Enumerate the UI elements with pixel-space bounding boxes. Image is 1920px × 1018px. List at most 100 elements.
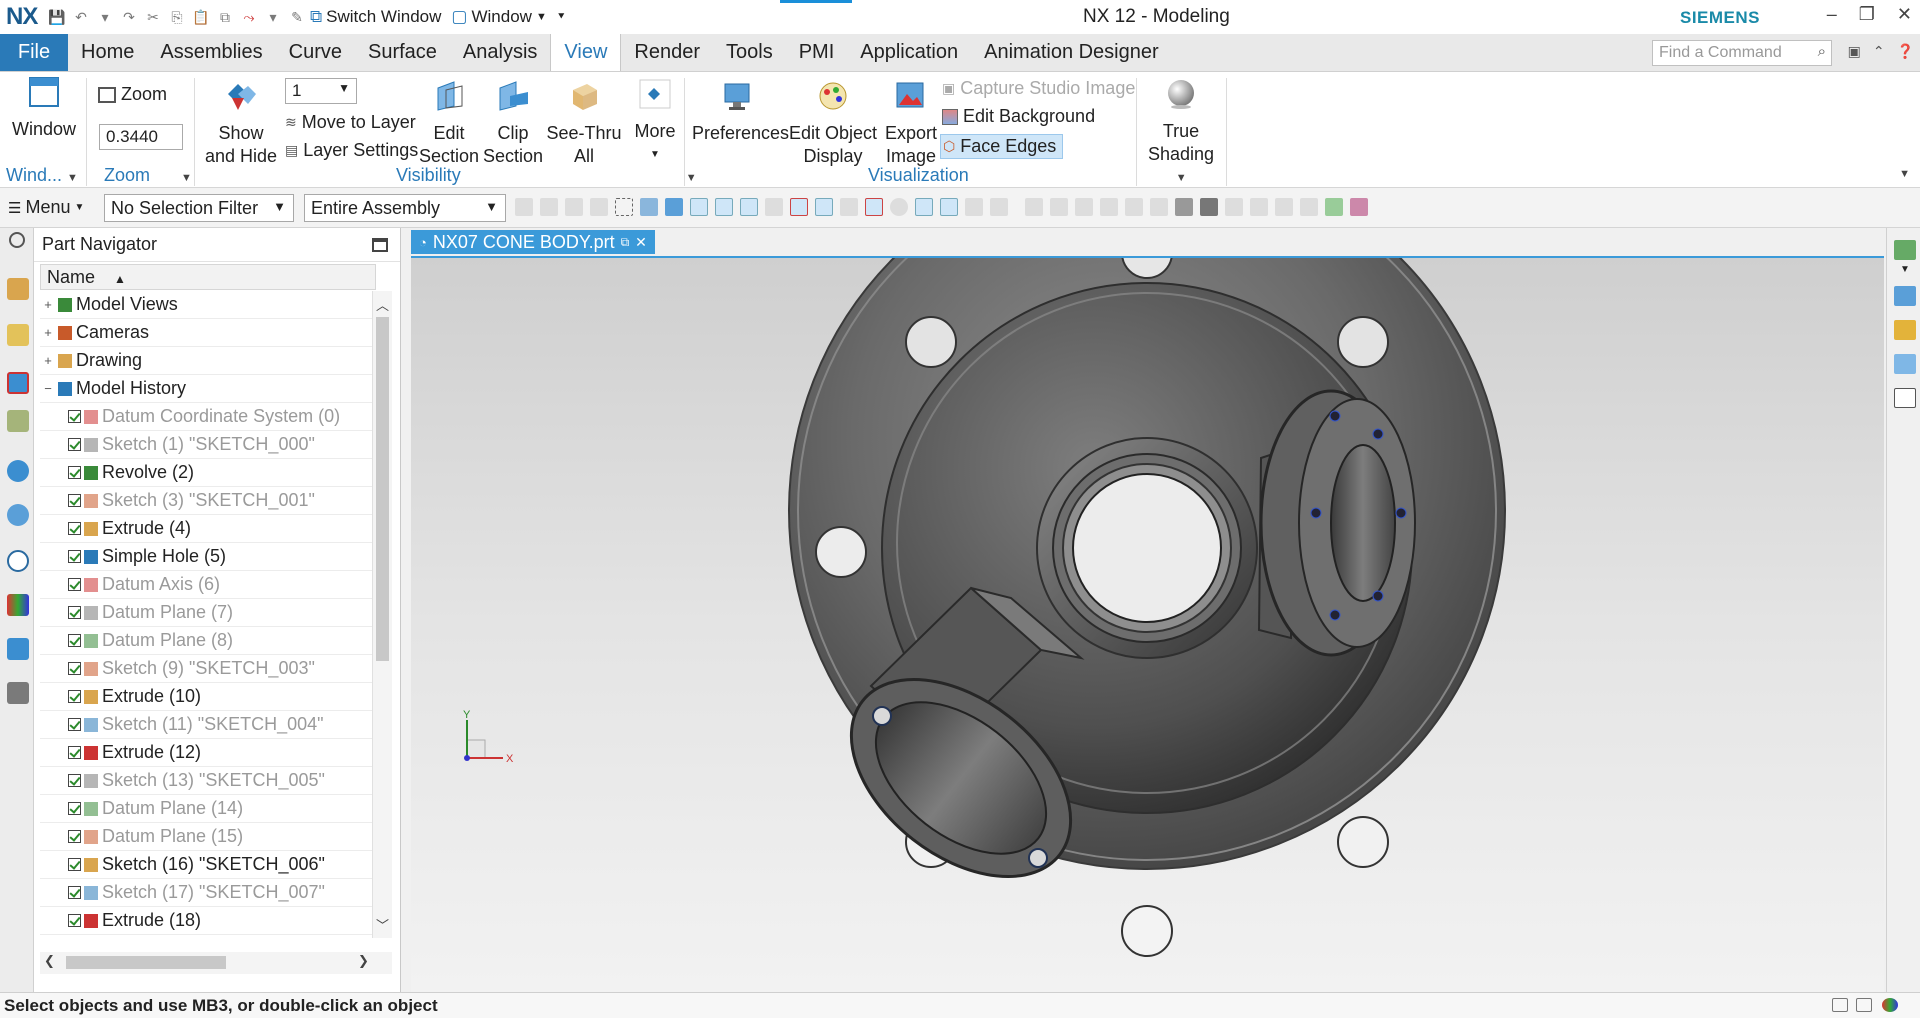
rotate-icon[interactable] bbox=[1075, 198, 1093, 216]
help-icon[interactable]: ❓ bbox=[1897, 43, 1914, 60]
undo-icon[interactable]: ↶ bbox=[72, 8, 90, 26]
tab-surface[interactable]: Surface bbox=[355, 34, 450, 71]
expand-icon[interactable]: + bbox=[42, 353, 54, 368]
expand-icon[interactable]: + bbox=[42, 325, 54, 340]
paste-icon[interactable]: 📋 bbox=[192, 8, 210, 26]
scroll-thumb[interactable] bbox=[66, 956, 226, 969]
existing-point-icon[interactable] bbox=[865, 198, 883, 216]
filter-icon[interactable] bbox=[515, 198, 533, 216]
scroll-right-icon[interactable]: ❯ bbox=[358, 953, 369, 969]
paste-special-icon[interactable]: ⧉ bbox=[216, 8, 234, 26]
search-icon[interactable]: ⌕ bbox=[1818, 43, 1826, 60]
close-tab-icon[interactable]: ✕ bbox=[635, 234, 647, 251]
part-navigator-icon[interactable] bbox=[7, 372, 29, 394]
measure-icon[interactable] bbox=[1894, 320, 1916, 340]
visibility-checkbox[interactable] bbox=[68, 802, 81, 815]
pole-icon[interactable] bbox=[965, 198, 983, 216]
layer-settings-button[interactable]: ▤ Layer Settings bbox=[285, 140, 418, 161]
control-point-icon[interactable] bbox=[765, 198, 783, 216]
zoom-window-icon[interactable] bbox=[1050, 198, 1068, 216]
visibility-checkbox[interactable] bbox=[68, 914, 81, 927]
wcs-icon[interactable] bbox=[1275, 198, 1293, 216]
visibility-checkbox[interactable] bbox=[68, 774, 81, 787]
visibility-checkbox[interactable] bbox=[68, 886, 81, 899]
more-button[interactable]: More ▼ bbox=[628, 78, 682, 166]
move-to-layer-button[interactable]: ≋ Move to Layer bbox=[285, 112, 416, 133]
tree-row[interactable]: Extrude (4) bbox=[40, 515, 377, 543]
main-menu-button[interactable]: ☰ Menu ▼ bbox=[8, 197, 84, 218]
tree-row[interactable]: Extrude (10) bbox=[40, 683, 377, 711]
perspective-icon[interactable] bbox=[1125, 198, 1143, 216]
scroll-up-icon[interactable]: ︿ bbox=[376, 295, 389, 314]
view-tools-icon[interactable] bbox=[1025, 198, 1043, 216]
tree-row[interactable]: Sketch (17) "SKETCH_007" bbox=[40, 879, 377, 907]
collapse-icon[interactable]: − bbox=[42, 381, 54, 396]
show-and-hide-button[interactable]: Show and Hide bbox=[200, 80, 282, 168]
bounded-grid-icon[interactable] bbox=[940, 198, 958, 216]
zoom-scale-input[interactable]: 0.3440 bbox=[99, 124, 183, 150]
tree-row[interactable]: Revolve (2) bbox=[40, 459, 377, 487]
tab-home[interactable]: Home bbox=[68, 34, 147, 71]
tree-row[interactable]: Sketch (3) "SKETCH_001" bbox=[40, 487, 377, 515]
point-on-curve-icon[interactable] bbox=[890, 198, 908, 216]
find-command-input[interactable]: Find a Command ⌕ bbox=[1652, 40, 1832, 66]
face-edges-button[interactable]: ⬡ Face Edges bbox=[940, 134, 1064, 159]
tree-row[interactable]: Simple Hole (5) bbox=[40, 543, 377, 571]
snap-enable-icon[interactable] bbox=[690, 198, 708, 216]
tree-row[interactable]: Sketch (11) "SKETCH_004" bbox=[40, 711, 377, 739]
vertical-scrollbar[interactable]: ︿ ﹀ bbox=[372, 291, 392, 938]
scroll-down-icon[interactable]: ﹀ bbox=[376, 915, 389, 934]
model-view[interactable]: Y X bbox=[411, 258, 1884, 992]
assembly-navigator-icon[interactable] bbox=[7, 278, 29, 300]
tree-row[interactable]: Sketch (9) "SKETCH_003" bbox=[40, 655, 377, 683]
status-fullscreen-icon[interactable] bbox=[1856, 998, 1872, 1012]
chevron-down-icon[interactable]: ▼ bbox=[1894, 264, 1916, 275]
visibility-checkbox[interactable] bbox=[68, 690, 81, 703]
true-shading-button[interactable]: True Shading bbox=[1144, 78, 1218, 166]
restore-icon[interactable]: ❐ bbox=[1859, 4, 1875, 25]
minimize-icon[interactable]: – bbox=[1827, 4, 1837, 25]
undock-icon[interactable]: ⧉ bbox=[621, 235, 630, 250]
face-icon[interactable] bbox=[665, 198, 683, 216]
filter-remove-icon[interactable] bbox=[565, 198, 583, 216]
arc-center-icon[interactable] bbox=[815, 198, 833, 216]
tree-row[interactable]: Sketch (16) "SKETCH_006" bbox=[40, 851, 377, 879]
visibility-checkbox[interactable] bbox=[68, 550, 81, 563]
tab-analysis[interactable]: Analysis bbox=[450, 34, 550, 71]
palette-icon[interactable] bbox=[1325, 198, 1343, 216]
repeat-dropdown-icon[interactable]: ▾ bbox=[264, 8, 282, 26]
clip-toolbar-icon[interactable] bbox=[1250, 198, 1268, 216]
roles-icon[interactable] bbox=[7, 682, 29, 704]
edit-section-button[interactable]: Edit Section bbox=[418, 80, 480, 168]
dimension-icon[interactable] bbox=[990, 198, 1008, 216]
reset-icon[interactable] bbox=[590, 198, 608, 216]
pan-icon[interactable] bbox=[1100, 198, 1118, 216]
expand-icon[interactable]: + bbox=[42, 297, 54, 312]
window-menu-button[interactable]: ▢ Window ▼ ⯆ bbox=[451, 7, 565, 27]
rectangle-select-icon[interactable] bbox=[615, 198, 633, 216]
copy-icon[interactable]: ⎘ bbox=[168, 8, 186, 26]
visibility-checkbox[interactable] bbox=[68, 606, 81, 619]
tree-row[interactable]: + Cameras bbox=[40, 319, 377, 347]
capture-studio-image-button[interactable]: ▣ Capture Studio Image bbox=[942, 78, 1135, 99]
show-hide-toolbar-icon[interactable] bbox=[1225, 198, 1243, 216]
tree-row[interactable]: Sketch (19) "SKETCH_008" bbox=[40, 935, 377, 938]
visibility-checkbox[interactable] bbox=[68, 466, 81, 479]
visibility-checkbox[interactable] bbox=[68, 438, 81, 451]
tab-assemblies[interactable]: Assemblies bbox=[147, 34, 275, 71]
horizontal-scrollbar[interactable]: ❮ ❯ bbox=[40, 952, 392, 974]
tree-row[interactable]: + Model Views bbox=[40, 291, 377, 319]
tree-row[interactable]: Extrude (18) bbox=[40, 907, 377, 935]
visibility-checkbox[interactable] bbox=[68, 522, 81, 535]
scroll-left-icon[interactable]: ❮ bbox=[44, 953, 55, 969]
mid-point-icon[interactable] bbox=[740, 198, 758, 216]
repeat-command-icon[interactable]: ⤳ bbox=[240, 8, 258, 26]
status-table-icon[interactable] bbox=[1832, 998, 1848, 1012]
selection-scope-select[interactable]: Entire Assembly ▼ bbox=[304, 194, 506, 222]
visibility-checkbox[interactable] bbox=[68, 718, 81, 731]
tab-animation-designer[interactable]: Animation Designer bbox=[971, 34, 1172, 71]
tab-application[interactable]: Application bbox=[847, 34, 971, 71]
end-point-icon[interactable] bbox=[715, 198, 733, 216]
visibility-checkbox[interactable] bbox=[68, 410, 81, 423]
visibility-checkbox[interactable] bbox=[68, 858, 81, 871]
